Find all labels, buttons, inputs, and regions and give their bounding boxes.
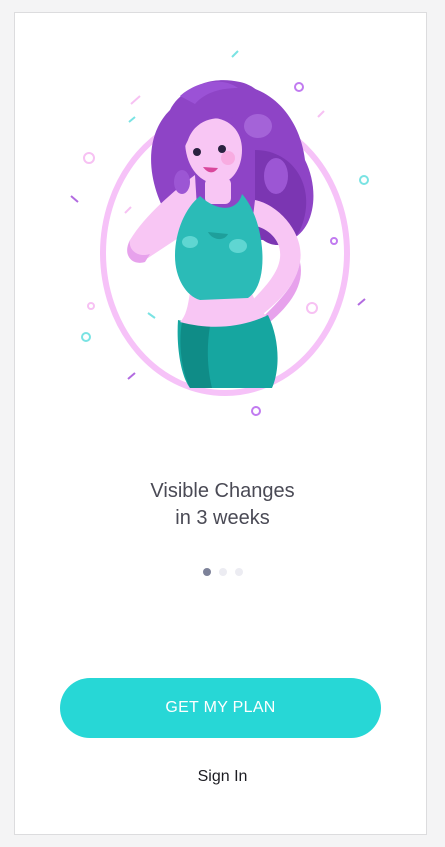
- headline-line-2: in 3 weeks: [175, 507, 270, 529]
- page-dot-3[interactable]: [234, 568, 243, 576]
- page-indicator: [0, 568, 445, 576]
- woman-illustration: [70, 50, 369, 416]
- page-dot-1[interactable]: [202, 568, 211, 576]
- sign-in-link[interactable]: Sign In: [0, 768, 445, 786]
- headline-line-1: Visible Changes: [150, 480, 295, 502]
- page-dot-2[interactable]: [218, 568, 227, 576]
- get-my-plan-button[interactable]: GET MY PLAN: [60, 678, 381, 738]
